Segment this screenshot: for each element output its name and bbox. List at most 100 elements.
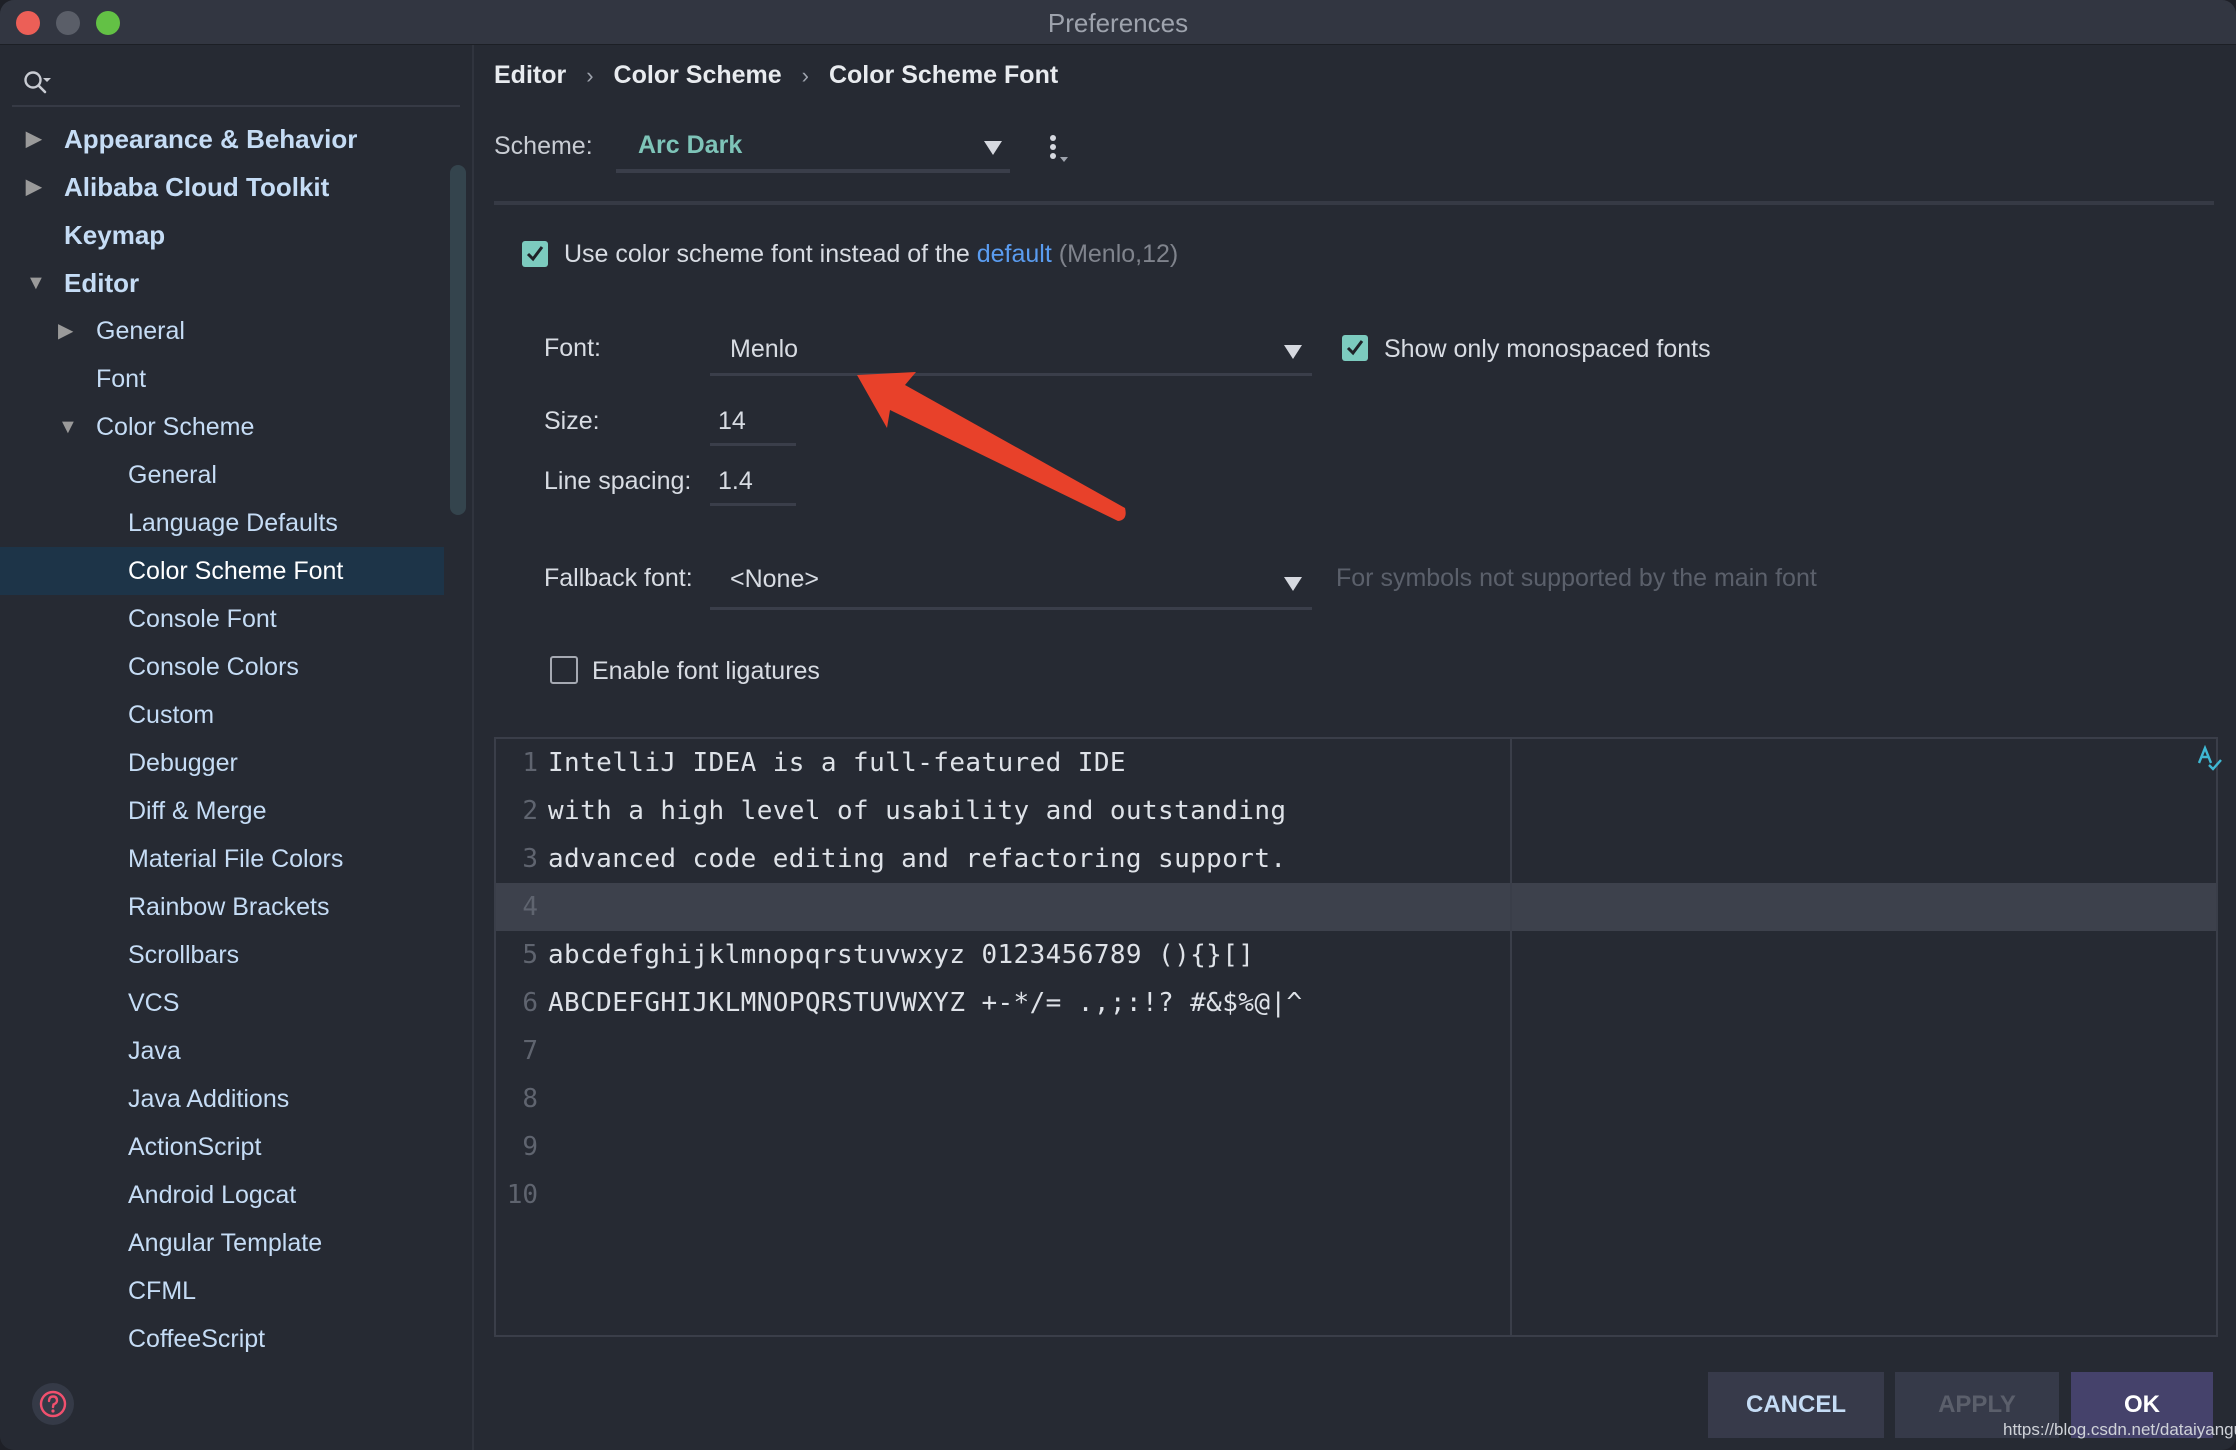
sidebar-item-coffeescript[interactable]: CoffeeScript: [0, 1315, 444, 1363]
sidebar-item-label: Alibaba Cloud Toolkit: [64, 172, 330, 202]
help-button[interactable]: [32, 1383, 74, 1425]
breadcrumb-item[interactable]: Color Scheme: [614, 61, 782, 90]
sidebar-item-cfml[interactable]: CFML: [0, 1267, 444, 1315]
sidebar-item-actionscript[interactable]: ActionScript: [0, 1123, 444, 1171]
sidebar-item-label: Diff & Merge: [128, 797, 267, 825]
chevron-down-icon: [1284, 577, 1302, 591]
sidebar-item-android-logcat[interactable]: Android Logcat: [0, 1171, 444, 1219]
sidebar-item-label: Color Scheme: [96, 413, 255, 441]
sidebar-item-label: Console Colors: [128, 653, 299, 681]
search-icon: [24, 71, 51, 94]
sidebar-item-diff-merge[interactable]: Diff & Merge: [0, 787, 444, 835]
chevron-right-icon[interactable]: ▶: [58, 307, 78, 355]
scheme-actions-button[interactable]: [1048, 135, 1078, 175]
default-font-link[interactable]: default: [977, 240, 1052, 268]
right-margin-guide: [1510, 739, 1512, 1335]
font-ligatures-label: Enable font ligatures: [592, 657, 820, 685]
font-value: Menlo: [730, 335, 799, 363]
preview-line: 4: [496, 883, 2216, 931]
sidebar-item-vcs[interactable]: VCS: [0, 979, 444, 1027]
sidebar-item-alibaba-cloud-toolkit[interactable]: ▶ Alibaba Cloud Toolkit: [0, 163, 444, 211]
sidebar-item-console-colors[interactable]: Console Colors: [0, 643, 444, 691]
sidebar-item-label: CFML: [128, 1277, 197, 1305]
sidebar-item-label: VCS: [128, 989, 180, 1017]
preview-line: 6 ABCDEFGHIJKLMNOPQRSTUVWXYZ +-*/= .,;:!?…: [496, 979, 2216, 1027]
default-font-info: (Menlo,12): [1058, 240, 1179, 268]
sidebar-item-java[interactable]: Java: [0, 1027, 444, 1075]
line-spacing-underline: [710, 503, 796, 506]
settings-sidebar: ▶ Appearance & Behavior ▶ Alibaba Cloud Too…: [0, 45, 474, 1450]
spellcheck-icon[interactable]: [2196, 745, 2226, 775]
chevron-down-icon[interactable]: ▼: [26, 259, 46, 307]
fallback-font-hint: For symbols not supported by the main fo…: [1336, 564, 1817, 592]
breadcrumb-separator: ›: [801, 63, 809, 88]
font-dropdown[interactable]: Menlo: [710, 323, 1312, 376]
chevron-right-icon[interactable]: ▶: [26, 163, 46, 211]
preview-line: 10: [496, 1171, 2216, 1219]
sidebar-item-java-additions[interactable]: Java Additions: [0, 1075, 444, 1123]
title-bar: Preferences: [0, 0, 2236, 45]
preview-line: 7: [496, 1027, 2216, 1075]
sidebar-item-label: Android Logcat: [128, 1181, 297, 1209]
monospaced-only-checkbox[interactable]: [1342, 335, 1368, 361]
watermark-text: https://blog.csdn.net/dataiyangu: [2003, 1420, 2236, 1439]
size-input[interactable]: 14: [710, 397, 800, 446]
size-label: Size:: [544, 407, 600, 435]
use-scheme-font-checkbox[interactable]: [522, 241, 548, 267]
chevron-down-icon: [1284, 345, 1302, 359]
chevron-down-icon: [984, 141, 1002, 155]
breadcrumb-item-current: Color Scheme Font: [828, 61, 1059, 89]
line-spacing-input[interactable]: 1.4: [710, 457, 800, 506]
sidebar-item-rainbow-brackets[interactable]: Rainbow Brackets: [0, 883, 444, 931]
line-number: 4: [522, 892, 538, 922]
fallback-font-value: <None>: [730, 565, 819, 593]
line-number: 8: [522, 1084, 538, 1114]
fallback-font-dropdown[interactable]: <None>: [710, 553, 1312, 610]
line-number: 7: [522, 1036, 538, 1066]
checkmark-icon: [526, 246, 544, 262]
chevron-right-icon[interactable]: ▶: [26, 115, 46, 163]
sidebar-item-language-defaults[interactable]: Language Defaults: [0, 499, 444, 547]
sidebar-item-font[interactable]: Font: [0, 355, 444, 403]
preview-line: 5 abcdefghijklmnopqrstuvwxyz 0123456789 (…: [496, 931, 2216, 979]
line-number: 10: [506, 1180, 538, 1210]
sidebar-item-color-scheme[interactable]: ▼ Color Scheme: [0, 403, 444, 451]
sidebar-item-label: Console Font: [128, 605, 277, 633]
font-ligatures-checkbox[interactable]: [550, 656, 578, 684]
sidebar-item-label: Angular Template: [128, 1229, 323, 1257]
cancel-button[interactable]: CANCEL: [1708, 1372, 1884, 1438]
sidebar-item-label: Appearance & Behavior: [64, 124, 358, 154]
sidebar-item-general[interactable]: General: [0, 451, 444, 499]
sidebar-item-console-font[interactable]: Console Font: [0, 595, 444, 643]
scheme-dropdown[interactable]: Arc Dark: [616, 123, 1010, 173]
line-number: 5: [522, 940, 538, 970]
settings-search-input[interactable]: [12, 65, 460, 107]
sidebar-item-label: ActionScript: [128, 1133, 262, 1161]
line-number: 6: [522, 988, 538, 1018]
section-divider: [494, 201, 2214, 205]
sidebar-item-label: Font: [96, 365, 147, 393]
use-scheme-font-text: Use color scheme font instead of the: [564, 240, 970, 268]
sidebar-item-label: Editor: [64, 268, 140, 298]
line-number: 2: [522, 796, 538, 826]
chevron-down-icon[interactable]: ▼: [58, 403, 78, 451]
preview-line: 1 IntelliJ IDEA is a full-featured IDE: [496, 739, 2216, 787]
sidebar-item-label: Custom: [128, 701, 215, 729]
sidebar-item-appearance-behavior[interactable]: ▶ Appearance & Behavior: [0, 115, 444, 163]
sidebar-item-editor[interactable]: ▼ Editor: [0, 259, 444, 307]
sidebar-item-material-file-colors[interactable]: Material File Colors: [0, 835, 444, 883]
sidebar-item-color-scheme-font[interactable]: Color Scheme Font: [0, 547, 444, 595]
breadcrumb-item[interactable]: Editor: [494, 61, 566, 90]
help-icon: [39, 1390, 67, 1418]
sidebar-item-general[interactable]: ▶ General: [0, 307, 444, 355]
sidebar-item-keymap[interactable]: Keymap: [0, 211, 444, 259]
sidebar-item-custom[interactable]: Custom: [0, 691, 444, 739]
sidebar-item-debugger[interactable]: Debugger: [0, 739, 444, 787]
sidebar-item-angular-template[interactable]: Angular Template: [0, 1219, 444, 1267]
sidebar-item-scrollbars[interactable]: Scrollbars: [0, 931, 444, 979]
sidebar-scrollbar[interactable]: [450, 165, 466, 515]
sidebar-item-label: Debugger: [128, 749, 238, 777]
font-preview-editor[interactable]: 1 IntelliJ IDEA is a full-featured IDE 2 wi…: [494, 737, 2222, 1337]
window-title: Preferences: [1047, 8, 1189, 38]
line-number: 1: [522, 748, 538, 778]
